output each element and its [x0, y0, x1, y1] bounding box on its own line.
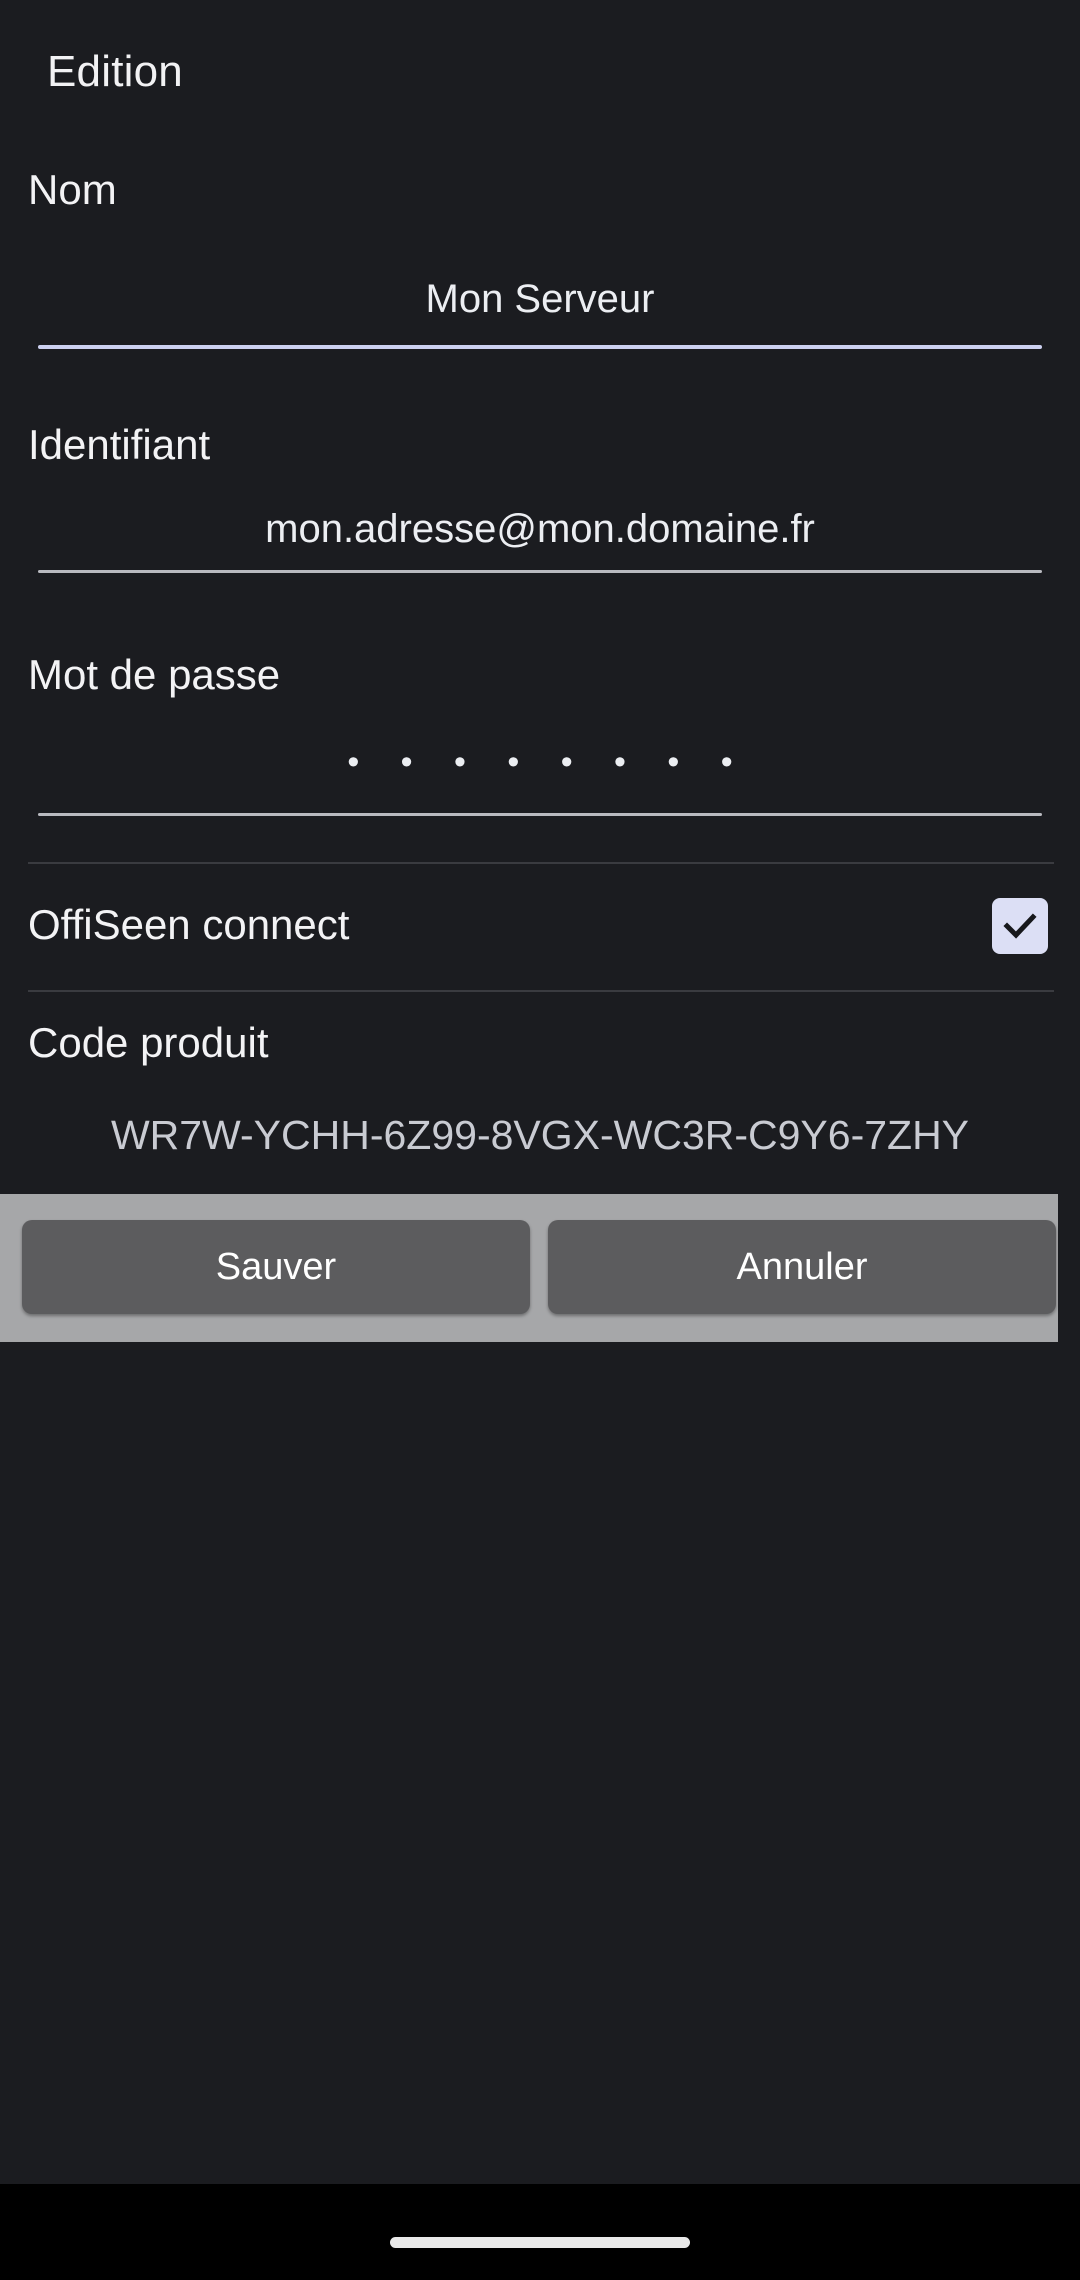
field-input-motdepasse[interactable]: • • • • • • • •	[38, 738, 1042, 786]
field-value-code-produit: WR7W-YCHH-6Z99-8VGX-WC3R-C9Y6-7ZHY	[110, 1112, 970, 1158]
field-underline-motdepasse	[38, 813, 1042, 816]
check-icon	[1003, 913, 1037, 939]
action-bar: Sauver Annuler	[0, 1194, 1058, 1342]
field-label-code-produit: Code produit	[28, 1019, 269, 1066]
cancel-button[interactable]: Annuler	[548, 1220, 1056, 1314]
divider-below-toggle	[28, 990, 1054, 992]
field-label-identifiant: Identifiant	[28, 421, 211, 468]
divider-above-toggle	[28, 862, 1054, 864]
field-underline-nom	[38, 345, 1042, 349]
title-bar: Edition	[0, 0, 1080, 118]
app-screen: Edition Nom Mon Serveur Identifiant mon.…	[0, 0, 1080, 2280]
field-underline-identifiant	[38, 570, 1042, 573]
field-input-identifiant[interactable]: mon.adresse@mon.domaine.fr	[38, 505, 1042, 553]
gesture-pill-handle[interactable]	[390, 2237, 690, 2248]
system-navigation-bar	[0, 2184, 1080, 2280]
toggle-row-offiseen-connect[interactable]: OffiSeen connect	[0, 882, 1080, 978]
page-title: Edition	[47, 47, 183, 96]
field-label-motdepasse: Mot de passe	[28, 651, 281, 698]
field-label-nom: Nom	[28, 166, 117, 213]
field-nom: Nom	[0, 165, 1080, 285]
checkbox-offiseen-connect[interactable]	[992, 898, 1048, 954]
save-button[interactable]: Sauver	[22, 1220, 530, 1314]
field-input-nom[interactable]: Mon Serveur	[38, 275, 1042, 323]
toggle-label-offiseen-connect: OffiSeen connect	[28, 901, 350, 948]
